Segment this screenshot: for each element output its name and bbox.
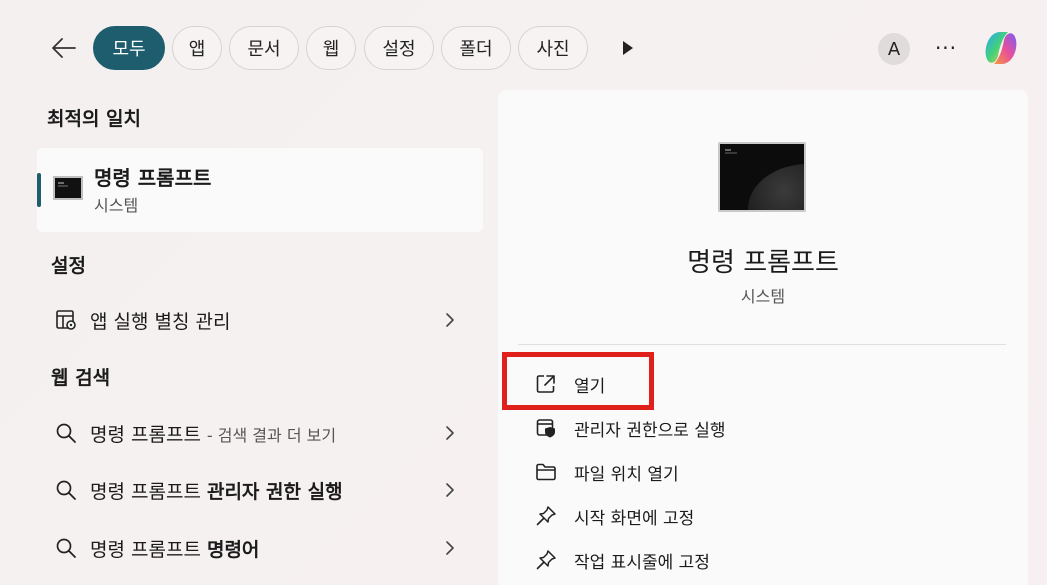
tab-photos[interactable]: 사진 — [518, 26, 588, 70]
run-as-admin-action[interactable]: 관리자 권한으로 실행 — [534, 411, 726, 445]
chevron-right-icon — [440, 310, 460, 330]
app-alias-icon — [50, 304, 82, 336]
copilot-button[interactable] — [978, 26, 1024, 70]
detail-title: 명령 프롬프트 — [687, 248, 839, 278]
copilot-icon — [985, 32, 1017, 64]
command-prompt-large-icon — [718, 142, 806, 212]
settings-heading: 설정 — [51, 255, 86, 277]
search-filter-bar: 모두 앱 문서 웹 설정 폴더 사진 A ··· — [0, 0, 1047, 92]
action-label: 작업 표시줄에 고정 — [574, 552, 710, 573]
open-file-location-action[interactable]: 파일 위치 열기 — [534, 455, 679, 489]
tab-apps[interactable]: 앱 — [172, 26, 222, 70]
web-search-text: 명령 프롬프트 관리자 권한 실행 — [90, 477, 343, 504]
tab-all[interactable]: 모두 — [93, 26, 165, 70]
search-icon — [50, 417, 82, 449]
best-match-title: 명령 프롬프트 — [94, 166, 212, 190]
web-search-query-bold: 명령어 — [206, 538, 260, 561]
detail-subtitle: 시스템 — [740, 287, 786, 306]
play-arrow-icon — [623, 41, 633, 55]
back-button[interactable] — [46, 30, 82, 66]
search-icon — [50, 532, 82, 564]
web-search-query-bold: 관리자 권한 실행 — [206, 480, 343, 503]
web-search-text: 명령 프롬프트 - 검색 결과 더 보기 — [90, 420, 336, 447]
back-arrow-icon — [52, 38, 76, 58]
admin-shield-icon — [534, 416, 558, 440]
divider — [518, 344, 1006, 345]
best-match-result[interactable]: 명령 프롬프트 시스템 — [37, 148, 483, 232]
web-search-item[interactable]: 명령 프롬프트 - 검색 결과 더 보기 — [40, 409, 480, 457]
web-search-query: 명령 프롬프트 — [90, 538, 207, 561]
tab-folders[interactable]: 폴더 — [441, 26, 511, 70]
web-search-hint: - 검색 결과 더 보기 — [206, 425, 337, 445]
web-search-text: 명령 프롬프트 명령어 — [90, 535, 259, 562]
chevron-right-icon — [440, 423, 460, 443]
chevron-right-icon — [440, 480, 460, 500]
command-prompt-icon — [53, 176, 83, 200]
account-avatar[interactable]: A — [878, 33, 910, 65]
pin-icon — [534, 548, 558, 572]
detail-panel: 명령 프롬프트 시스템 열기 관리자 권한으로 실행 파일 위치 열기 시작 화… — [498, 90, 1028, 585]
tab-documents[interactable]: 문서 — [229, 26, 299, 70]
more-tabs-button[interactable] — [614, 34, 642, 62]
pin-icon — [534, 504, 558, 528]
highlight-annotation — [502, 352, 654, 410]
settings-item-app-alias[interactable]: 앱 실행 별칭 관리 — [40, 296, 480, 344]
search-icon — [50, 474, 82, 506]
web-search-item[interactable]: 명령 프롬프트 관리자 권한 실행 — [40, 466, 480, 514]
action-label: 관리자 권한으로 실행 — [574, 420, 726, 441]
folder-icon — [534, 460, 558, 484]
more-options-button[interactable]: ··· — [928, 32, 964, 64]
pin-to-taskbar-action[interactable]: 작업 표시줄에 고정 — [534, 543, 710, 577]
web-search-query: 명령 프롬프트 — [90, 480, 207, 503]
chevron-right-icon — [440, 538, 460, 558]
web-search-item[interactable]: 명령 프롬프트 명령어 — [40, 524, 480, 572]
tab-web[interactable]: 웹 — [306, 26, 356, 70]
tab-settings[interactable]: 설정 — [364, 26, 434, 70]
best-match-heading: 최적의 일치 — [47, 108, 142, 130]
action-label: 파일 위치 열기 — [574, 464, 679, 485]
web-search-query: 명령 프롬프트 — [90, 423, 201, 446]
selection-indicator — [37, 173, 41, 207]
settings-item-label: 앱 실행 별칭 관리 — [90, 310, 231, 333]
pin-to-start-action[interactable]: 시작 화면에 고정 — [534, 499, 694, 533]
best-match-subtitle: 시스템 — [94, 196, 139, 215]
web-search-heading: 웹 검색 — [51, 367, 111, 389]
action-label: 시작 화면에 고정 — [574, 508, 695, 529]
